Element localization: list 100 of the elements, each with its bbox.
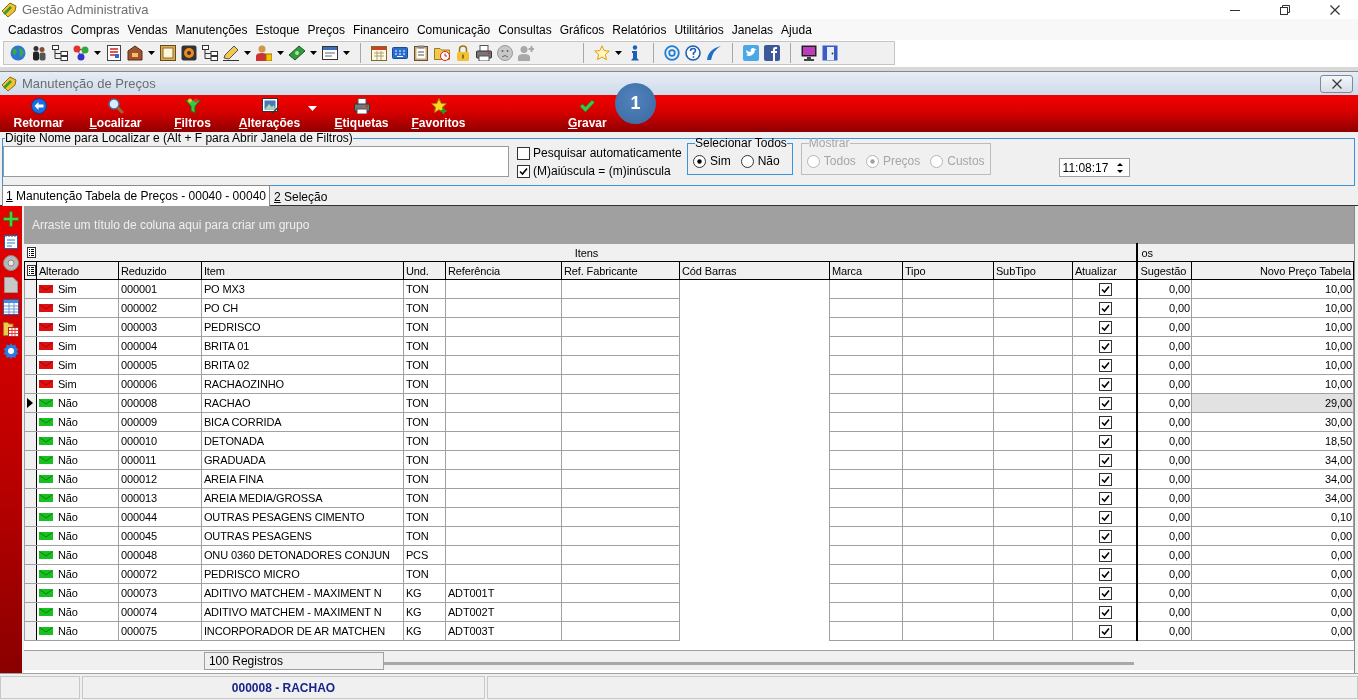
pencil-icon[interactable] — [223, 45, 239, 61]
house-icon[interactable] — [127, 45, 143, 61]
tree-icon[interactable] — [52, 45, 68, 61]
disc-icon[interactable] — [181, 45, 197, 61]
checkbox[interactable] — [1098, 624, 1112, 638]
checkbox[interactable] — [1098, 415, 1112, 429]
tab[interactable]: 1 Manutenção Tabela de Preços - 00040 - 00040 — [2, 185, 270, 206]
checkbox[interactable] — [1098, 529, 1112, 543]
radio-button[interactable] — [693, 154, 706, 168]
monitor-icon[interactable] — [801, 45, 817, 61]
caret-icon[interactable] — [148, 51, 155, 55]
form-icon[interactable] — [322, 45, 338, 61]
checkbox[interactable] — [1098, 396, 1112, 410]
door-icon[interactable] — [822, 45, 838, 61]
table-cell: 000072 — [120, 568, 157, 580]
checkbox[interactable] — [1098, 320, 1112, 334]
checkbox[interactable] — [1098, 567, 1112, 581]
toolbar-button[interactable]: Localizar — [77, 95, 154, 132]
menu-item[interactable]: Comunicação — [413, 20, 494, 39]
checkbox[interactable] — [1098, 434, 1112, 448]
checkbox[interactable] — [1098, 453, 1112, 467]
menu-item[interactable]: Consultas — [495, 20, 555, 39]
menu-item[interactable]: Cadastros — [5, 20, 66, 39]
gear-icon[interactable] — [2, 343, 19, 359]
checkbox[interactable] — [517, 146, 530, 160]
menu-item[interactable]: Janelas — [728, 20, 777, 39]
keyboard-icon[interactable] — [392, 45, 408, 61]
checkbox[interactable] — [1098, 491, 1112, 505]
restore-icon[interactable] — [1280, 4, 1290, 15]
time-field[interactable]: 11:08:17 — [1058, 158, 1130, 177]
menu-item[interactable]: Preços — [304, 20, 348, 39]
page-icon[interactable] — [2, 277, 19, 293]
checkbox[interactable] — [1098, 605, 1112, 619]
caret-icon[interactable] — [615, 51, 622, 55]
menu-item[interactable]: Compras — [67, 20, 123, 39]
checkbox[interactable] — [1098, 358, 1112, 372]
calendar-icon[interactable] — [371, 45, 387, 61]
network-icon[interactable] — [73, 45, 89, 61]
checkbox[interactable] — [1098, 339, 1112, 353]
tab[interactable]: 2 Seleção — [270, 187, 332, 205]
column-list-icon[interactable] — [27, 247, 37, 258]
caret-icon[interactable] — [343, 51, 350, 55]
table-cell: 000044 — [120, 511, 157, 523]
menu-item[interactable]: Gráficos — [556, 20, 608, 39]
printer-icon[interactable] — [476, 45, 492, 61]
menu-item[interactable]: Ajuda — [778, 20, 815, 39]
checkbox[interactable] — [517, 164, 530, 178]
caret-icon[interactable] — [277, 51, 284, 55]
sad-face-icon[interactable] — [497, 45, 513, 61]
bird-icon[interactable] — [743, 45, 759, 61]
toolbar-button[interactable]: Alterações — [231, 95, 323, 132]
notepad-icon[interactable] — [2, 233, 19, 249]
tile-icon[interactable] — [764, 45, 780, 61]
close-button[interactable] — [1320, 74, 1353, 93]
horizontal-scrollbar[interactable] — [383, 662, 1134, 665]
disc-icon[interactable] — [2, 255, 19, 271]
checkbox[interactable] — [1098, 586, 1112, 600]
people-icon[interactable] — [31, 45, 47, 61]
checkbox[interactable] — [1098, 282, 1112, 296]
globe-icon[interactable] — [10, 45, 26, 61]
star-icon[interactable] — [594, 45, 610, 61]
checkbox[interactable] — [1098, 301, 1112, 315]
toolbar-button[interactable]: Gravar — [568, 95, 607, 132]
swoosh-icon[interactable] — [706, 45, 722, 61]
toolbar-button[interactable]: Favoritos — [400, 95, 477, 132]
plus-icon[interactable] — [2, 211, 19, 227]
filter-icon — [184, 98, 201, 114]
search-field[interactable] — [3, 146, 509, 177]
tree-icon[interactable] — [202, 45, 218, 61]
checkbox[interactable] — [1098, 377, 1112, 391]
toolbar-button[interactable]: Filtros — [154, 95, 231, 132]
menu-item[interactable]: Utilitários — [671, 20, 727, 39]
caret-icon[interactable] — [310, 51, 317, 55]
folder-table-icon[interactable] — [2, 321, 19, 337]
folder-icon[interactable] — [434, 45, 450, 61]
rings-icon[interactable] — [664, 45, 680, 61]
clipboard-icon[interactable] — [413, 45, 429, 61]
checkbox[interactable] — [1098, 548, 1112, 562]
banknote-icon[interactable] — [289, 45, 305, 61]
help-icon[interactable] — [685, 45, 701, 61]
caret-icon[interactable] — [94, 51, 101, 55]
person-icon[interactable] — [256, 45, 272, 61]
toolbar-button[interactable]: Etiquetas — [323, 95, 400, 132]
menu-item[interactable]: Financeiro — [349, 20, 412, 39]
caret-icon[interactable] — [244, 51, 251, 55]
menu-item[interactable]: Relatórios — [609, 20, 670, 39]
table-icon[interactable] — [2, 299, 19, 315]
toolbar-button[interactable]: Retornar — [0, 95, 77, 132]
menu-item[interactable]: Manutenções — [172, 20, 251, 39]
menu-item[interactable]: Vendas — [124, 20, 171, 39]
spinner-icon[interactable] — [1115, 161, 1124, 174]
lock-icon[interactable] — [455, 45, 471, 61]
checkbox[interactable] — [1098, 472, 1112, 486]
checkbox[interactable] — [1098, 510, 1112, 524]
radio-button[interactable] — [740, 154, 754, 168]
document-icon[interactable] — [106, 45, 122, 61]
close-icon[interactable] — [1330, 4, 1340, 15]
menu-item[interactable]: Estoque — [252, 20, 303, 39]
frame-icon[interactable] — [160, 45, 176, 61]
column-list-icon[interactable] — [26, 265, 36, 276]
